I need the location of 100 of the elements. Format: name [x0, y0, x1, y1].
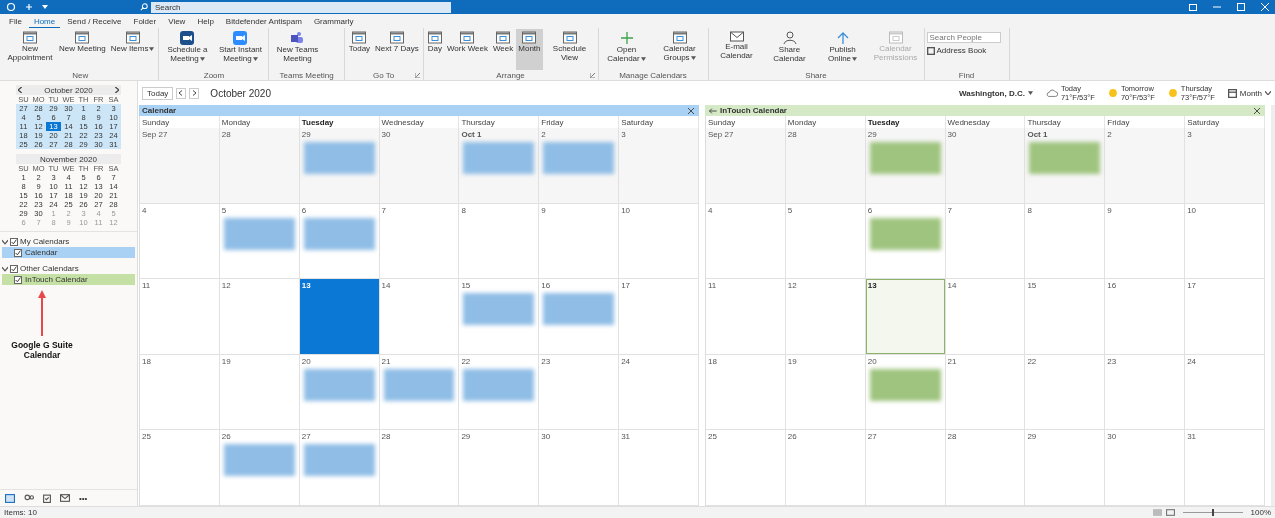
ribbon-button[interactable]: Schedule View	[543, 29, 596, 70]
day-cell[interactable]: 30	[945, 128, 1026, 204]
day-cell[interactable]: 2	[539, 128, 620, 204]
clipboard-icon[interactable]	[43, 493, 51, 503]
menu-tab[interactable]: Grammarly	[308, 16, 359, 28]
ribbon-button[interactable]: Week	[490, 29, 516, 70]
ribbon-button[interactable]: New Appointment	[4, 29, 56, 70]
maximize-icon[interactable]	[1237, 3, 1245, 11]
day-cell[interactable]: 27	[865, 430, 946, 506]
day-cell[interactable]: Oct 1	[1025, 128, 1106, 204]
next-button[interactable]	[189, 87, 200, 99]
day-cell[interactable]: Sep 27	[706, 128, 786, 204]
address-book-button[interactable]: Address Book	[936, 46, 987, 55]
day-cell[interactable]: 13	[299, 279, 380, 355]
day-cell[interactable]: 25	[706, 430, 786, 506]
day-cell[interactable]: 24	[1185, 354, 1265, 431]
ribbon-button[interactable]: New Items	[108, 29, 157, 70]
day-cell[interactable]: 4	[706, 203, 786, 280]
day-cell[interactable]: 8	[459, 203, 540, 280]
day-cell[interactable]: 6	[299, 203, 380, 280]
search-people-field[interactable]: Search People	[926, 32, 1001, 43]
minimize-icon[interactable]	[1213, 3, 1221, 11]
day-cell[interactable]: 6	[865, 203, 946, 280]
arrow-left-icon[interactable]	[708, 107, 717, 114]
day-cell[interactable]: 31	[1185, 430, 1265, 506]
ribbon-button[interactable]: Share Calendar	[763, 29, 816, 70]
ribbon-button[interactable]: E-mail Calendar	[710, 29, 763, 70]
day-cell[interactable]: 20	[865, 354, 946, 431]
day-cell[interactable]: 7	[379, 203, 460, 280]
envelope-icon[interactable]	[60, 494, 70, 502]
day-cell[interactable]: 27	[299, 430, 380, 506]
calendar-list-item[interactable]: Calendar	[2, 247, 135, 258]
ribbon-button[interactable]: Calendar Groups	[653, 29, 706, 70]
close-icon[interactable]	[1254, 107, 1260, 114]
day-cell[interactable]: 30	[539, 430, 620, 506]
day-cell[interactable]: 22	[459, 354, 540, 431]
day-cell[interactable]: 29	[865, 128, 946, 204]
calendar-icon[interactable]	[5, 493, 15, 503]
ribbon-display-icon[interactable]	[1189, 3, 1197, 11]
ribbon-button[interactable]: Next 7 Days	[373, 29, 421, 70]
day-cell[interactable]: 22	[1025, 354, 1106, 431]
day-cell[interactable]: 21	[379, 354, 460, 431]
ribbon-button[interactable]: Start Instant Meeting	[214, 29, 267, 70]
day-cell[interactable]: 29	[1025, 430, 1106, 506]
day-cell[interactable]: 15	[459, 279, 540, 355]
day-cell[interactable]: 26	[785, 430, 866, 506]
day-cell[interactable]: 5	[785, 203, 866, 280]
ribbon-button[interactable]: New Meeting	[57, 29, 108, 70]
day-cell[interactable]: 12	[785, 279, 866, 355]
day-cell[interactable]: 5	[219, 203, 300, 280]
close-icon[interactable]	[688, 107, 694, 114]
ribbon-button[interactable]: Day	[425, 29, 444, 70]
day-cell[interactable]: Oct 1	[459, 128, 540, 204]
day-cell[interactable]: 15	[1025, 279, 1106, 355]
checkbox[interactable]	[14, 275, 22, 284]
day-cell[interactable]: 7	[945, 203, 1026, 280]
day-cell[interactable]: 19	[785, 354, 866, 431]
day-cell[interactable]: 3	[1185, 128, 1265, 204]
reading-view-icon[interactable]	[1165, 509, 1175, 516]
day-cell[interactable]: 9	[1105, 203, 1186, 280]
calendar-list-item[interactable]: InTouch Calendar	[2, 274, 135, 285]
day-cell[interactable]: 29	[299, 128, 380, 204]
day-cell[interactable]: 23	[1105, 354, 1186, 431]
sync-icon[interactable]	[6, 2, 16, 12]
plus-icon[interactable]	[24, 2, 34, 12]
previous-button[interactable]	[176, 87, 187, 99]
search-field[interactable]: Search	[151, 1, 451, 13]
day-cell[interactable]: 10	[619, 203, 699, 280]
day-cell[interactable]: 30	[379, 128, 460, 204]
day-cell[interactable]: 24	[619, 354, 699, 431]
menu-tab[interactable]: Folder	[128, 16, 162, 28]
day-cell[interactable]: 12	[219, 279, 300, 355]
day-cell[interactable]: 18	[706, 354, 786, 431]
ribbon-button[interactable]: New Teams Meeting	[271, 29, 324, 70]
day-cell[interactable]: 21	[945, 354, 1026, 431]
day-cell[interactable]: 28	[219, 128, 300, 204]
day-cell[interactable]: 16	[1105, 279, 1186, 355]
day-cell[interactable]: 8	[1025, 203, 1106, 280]
caret-icon[interactable]	[42, 4, 48, 10]
day-cell[interactable]: 26	[219, 430, 300, 506]
people-icon[interactable]	[24, 493, 34, 503]
day-cell[interactable]: 14	[945, 279, 1026, 355]
day-cell[interactable]: 28	[785, 128, 866, 204]
day-cell[interactable]: 28	[379, 430, 460, 506]
ribbon-button[interactable]: Today	[346, 29, 373, 70]
day-cell[interactable]: 2	[1105, 128, 1186, 204]
view-dropdown[interactable]: Month	[1239, 88, 1271, 98]
day-cell[interactable]: 10	[1185, 203, 1265, 280]
location-dropdown[interactable]: Washington, D.C.	[959, 88, 1033, 98]
day-cell[interactable]: 23	[539, 354, 620, 431]
day-cell[interactable]: 19	[219, 354, 300, 431]
day-cell[interactable]: 28	[945, 430, 1026, 506]
checkbox[interactable]	[14, 248, 22, 257]
day-cell[interactable]: 29	[459, 430, 540, 506]
chevron-right-icon[interactable]	[114, 87, 119, 93]
chevron-down-icon[interactable]	[2, 265, 8, 272]
day-cell[interactable]: 11	[706, 279, 786, 355]
chevron-down-icon[interactable]	[2, 238, 8, 245]
day-cell[interactable]: 4	[140, 203, 220, 280]
dialog-launcher-icon[interactable]	[589, 72, 595, 78]
